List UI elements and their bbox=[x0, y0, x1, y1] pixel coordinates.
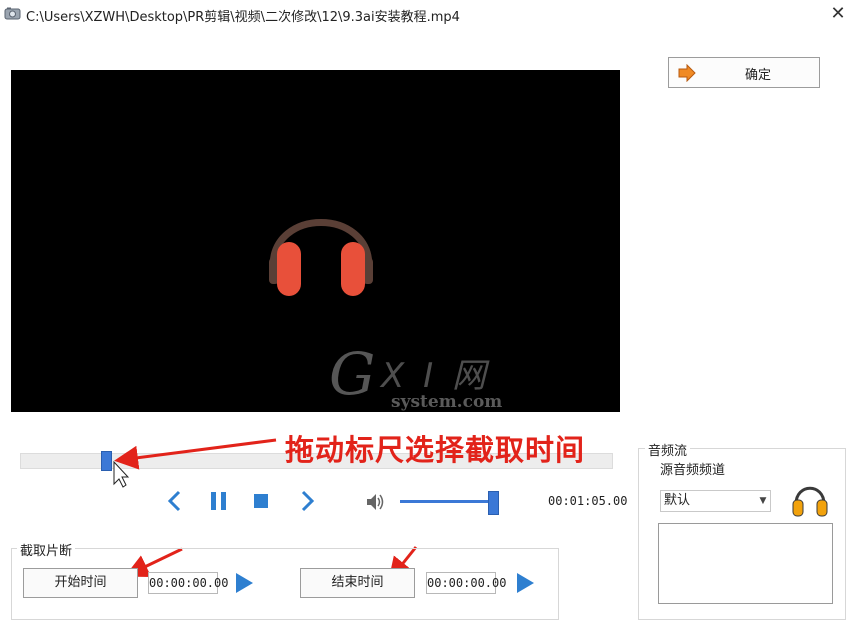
stop-icon[interactable] bbox=[250, 489, 272, 513]
watermark: G X I 网 system.com bbox=[329, 340, 509, 412]
end-time-button[interactable]: 结束时间 bbox=[300, 568, 415, 598]
watermark-xi: X I 网 bbox=[381, 356, 490, 396]
window-title: C:\Users\XZWH\Desktop\PR剪辑\视频\二次修改\12\9.… bbox=[26, 10, 460, 25]
app-icon bbox=[4, 6, 21, 20]
seek-thumb[interactable] bbox=[101, 451, 112, 471]
play-end-icon[interactable] bbox=[515, 572, 535, 594]
audio-stream-legend: 音频流 bbox=[645, 440, 691, 459]
close-button[interactable]: ✕ bbox=[826, 3, 850, 25]
current-time: 00:01:05.00 bbox=[548, 494, 628, 508]
chevron-left-icon[interactable] bbox=[164, 489, 186, 513]
watermark-site: system.com bbox=[391, 392, 503, 412]
speaker-icon[interactable] bbox=[364, 490, 386, 514]
chevron-right-icon[interactable] bbox=[296, 489, 318, 513]
video-preview: G X I 网 system.com bbox=[11, 70, 620, 412]
headphones-small-icon bbox=[791, 479, 829, 519]
source-channel-label: 源音频频道 bbox=[660, 463, 726, 478]
audio-channel-select[interactable]: 默认 bbox=[660, 490, 771, 512]
ok-button-label: 确定 bbox=[744, 68, 771, 83]
play-start-icon[interactable] bbox=[234, 572, 254, 594]
start-time-button[interactable]: 开始时间 bbox=[23, 568, 138, 598]
pause-icon[interactable] bbox=[208, 489, 230, 513]
volume-slider[interactable] bbox=[400, 500, 492, 503]
start-time-field[interactable]: 00:00:00.00 bbox=[148, 572, 228, 594]
volume-thumb[interactable] bbox=[488, 491, 499, 515]
audio-stream-list[interactable] bbox=[658, 523, 833, 604]
end-time-field[interactable]: 00:00:00.00 bbox=[426, 572, 506, 594]
watermark-g: G bbox=[329, 340, 376, 408]
clip-group-legend: 截取片断 bbox=[17, 540, 76, 559]
annotation-text: 拖动标尺选择截取时间 bbox=[285, 433, 586, 467]
title-bar: C:\Users\XZWH\Desktop\PR剪辑\视频\二次修改\12\9.… bbox=[0, 0, 856, 30]
headphones-icon bbox=[251, 188, 391, 308]
chevron-down-icon: ▼ bbox=[759, 496, 767, 506]
ok-button[interactable]: 确定 bbox=[668, 57, 820, 88]
